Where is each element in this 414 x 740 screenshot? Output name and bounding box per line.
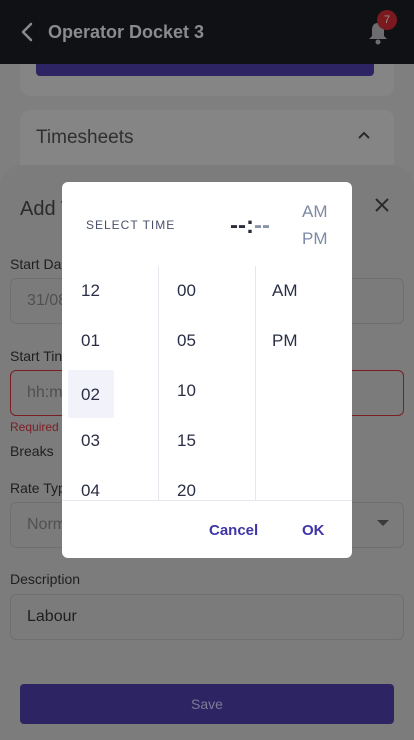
ok-button[interactable]: OK: [302, 522, 325, 539]
hour-option[interactable]: 12: [62, 266, 158, 316]
notification-badge: 7: [377, 10, 397, 30]
minute-option[interactable]: 20: [159, 466, 255, 500]
period-option-am[interactable]: AM: [256, 266, 352, 316]
hour-display[interactable]: --: [230, 212, 246, 239]
timesheets-heading: Timesheets: [36, 127, 134, 148]
background-button: [36, 64, 374, 76]
minute-column[interactable]: 00 05 10 15 20: [159, 266, 255, 500]
minute-display[interactable]: --: [254, 212, 270, 239]
hour-column[interactable]: 12 01 02 03 04: [62, 266, 158, 500]
background-card: [20, 64, 394, 96]
period-column[interactable]: AM PM: [256, 266, 352, 500]
rate-type-label: Rate Typ: [10, 480, 66, 496]
time-picker-dialog: SELECT TIME --:-- AM PM 12 01 02 03 04 0…: [62, 182, 352, 558]
period-option-pm[interactable]: PM: [256, 316, 352, 366]
close-icon[interactable]: [372, 195, 392, 215]
start-time-label: Start Tin: [10, 348, 63, 364]
time-display: --:--: [230, 212, 270, 240]
dropdown-caret-icon: [377, 520, 389, 526]
hour-option[interactable]: 04: [62, 466, 158, 500]
page-title: Operator Docket 3: [48, 22, 205, 42]
app-bar: Operator Docket 3 7: [0, 0, 414, 64]
minute-option[interactable]: 15: [159, 416, 255, 466]
minute-option[interactable]: 10: [159, 366, 255, 416]
description-label: Description: [10, 571, 81, 587]
required-error: Required: [10, 420, 59, 434]
am-toggle[interactable]: AM: [302, 202, 328, 222]
hour-option[interactable]: 01: [62, 316, 158, 366]
rate-type-value: Norm: [27, 516, 67, 533]
pm-toggle[interactable]: PM: [302, 229, 328, 249]
hour-option-selected[interactable]: 02: [68, 370, 114, 418]
chevron-up-icon: [358, 131, 370, 139]
start-date-label: Start Da: [10, 256, 62, 272]
cancel-button[interactable]: Cancel: [209, 522, 258, 539]
start-time-placeholder: hh:m: [27, 384, 63, 401]
hour-option[interactable]: 03: [62, 416, 158, 466]
footer-divider: [62, 500, 352, 501]
time-separator: :: [245, 212, 254, 239]
save-button[interactable]: Save: [20, 684, 394, 724]
minute-option[interactable]: 05: [159, 316, 255, 366]
description-value: Labour: [27, 608, 77, 625]
back-arrow-icon[interactable]: [16, 20, 40, 44]
minute-option[interactable]: 00: [159, 266, 255, 316]
description-field[interactable]: Labour: [10, 594, 404, 640]
breaks-label: Breaks: [10, 443, 54, 459]
select-time-label: SELECT TIME: [86, 218, 176, 232]
